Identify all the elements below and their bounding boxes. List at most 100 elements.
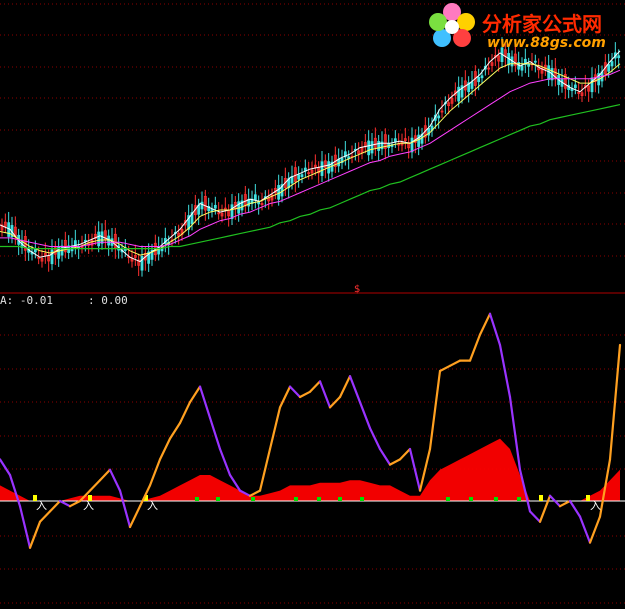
candle-body xyxy=(533,60,537,63)
oscillator-segment xyxy=(0,458,12,477)
moving-average-lines xyxy=(0,50,621,263)
candle-body xyxy=(83,239,87,242)
oscillator-segment xyxy=(498,343,512,399)
oscillator-segment xyxy=(108,468,122,492)
flower-logo-icon xyxy=(429,3,475,47)
watermark-url: www.88gs.com xyxy=(487,35,606,51)
green-dot xyxy=(517,497,521,501)
oscillator-segment xyxy=(358,401,372,430)
oscillator-segment xyxy=(278,385,292,409)
candle-body xyxy=(393,138,397,142)
ma-line-2 xyxy=(0,63,621,256)
watermark-brand: 分析家公式网 xyxy=(482,12,602,36)
oscillator-pane-grid xyxy=(0,334,625,604)
red-fill-histogram xyxy=(0,438,620,501)
candle-body xyxy=(610,61,614,67)
oscillator-segment xyxy=(348,375,362,404)
oscillator-segment xyxy=(468,333,482,362)
candle-body xyxy=(320,161,324,176)
candle-body xyxy=(100,231,104,244)
candle-body xyxy=(277,185,281,200)
green-dot xyxy=(251,497,255,501)
indicator-readout-a: A: -0.01 xyxy=(0,294,53,307)
oscillator-segment xyxy=(298,390,312,399)
ma-line-4 xyxy=(0,104,621,250)
oscillator-segment xyxy=(338,375,352,399)
oscillator-segment xyxy=(608,343,622,461)
candle-body xyxy=(253,194,257,201)
oscillator-segment xyxy=(208,416,222,451)
oscillator-segment xyxy=(288,385,302,399)
candle-body xyxy=(7,222,11,237)
oscillator-segment xyxy=(428,369,442,451)
candlestick-series xyxy=(0,37,621,277)
oscillator-segment xyxy=(28,520,42,549)
oscillator-segment xyxy=(48,499,62,513)
signal-label: 入 xyxy=(36,499,47,512)
candle-body xyxy=(573,84,577,89)
oscillator-segment xyxy=(528,510,542,523)
oscillator-segment xyxy=(128,505,142,529)
candle-body xyxy=(297,174,301,180)
oscillator-segment xyxy=(98,468,112,482)
candle-body xyxy=(230,204,234,219)
candle-body xyxy=(300,174,304,178)
candle-body xyxy=(377,141,381,151)
oscillator-segment xyxy=(408,447,422,492)
signal-label: 入 xyxy=(590,499,601,512)
candle-body xyxy=(477,76,481,83)
candle-body xyxy=(107,235,111,246)
oscillator-segment xyxy=(58,499,72,508)
oscillator-segment xyxy=(378,447,392,466)
oscillator-segment xyxy=(218,447,232,477)
green-dot xyxy=(446,497,450,501)
candle-body xyxy=(97,231,101,247)
oscillator-segment xyxy=(318,380,332,409)
oscillator-segment xyxy=(178,401,192,425)
oscillator-segment xyxy=(188,385,202,404)
candle-body xyxy=(370,141,374,154)
candle-body xyxy=(527,63,531,67)
oscillator-segment xyxy=(158,437,172,461)
green-dot xyxy=(195,497,199,501)
oscillator-segment xyxy=(388,458,402,466)
histogram-area xyxy=(0,438,620,501)
green-dot xyxy=(338,497,342,501)
oscillator-segment xyxy=(88,479,102,492)
candle-body xyxy=(470,81,474,89)
candle-body xyxy=(367,140,371,156)
oscillator-segment xyxy=(368,427,382,451)
candle-body xyxy=(547,65,551,80)
oscillator-segment xyxy=(308,380,322,393)
signal-label: 入 xyxy=(147,499,158,512)
green-dot xyxy=(494,497,498,501)
green-dot xyxy=(469,497,473,501)
oscillator-segment xyxy=(438,364,452,373)
oscillator-segment xyxy=(398,447,412,461)
green-dot xyxy=(360,497,364,501)
candle-body xyxy=(200,201,204,210)
candle-body xyxy=(410,137,414,153)
indicator-readout-b: : 0.00 xyxy=(88,294,128,307)
candle-body xyxy=(213,204,217,209)
pane-divider-marker: $ xyxy=(354,284,360,295)
ma-line-3 xyxy=(0,69,621,247)
candle-body xyxy=(590,77,594,93)
oscillator-segment xyxy=(148,458,162,487)
candle-body xyxy=(140,255,144,271)
candle-body xyxy=(480,75,484,79)
green-dot xyxy=(317,497,321,501)
signal-label: 入 xyxy=(83,499,94,512)
oscillator-segment xyxy=(18,505,32,549)
oscillator-segment xyxy=(588,515,602,544)
candle-body xyxy=(607,64,611,72)
ma-line-1 xyxy=(0,50,621,263)
oscillator-segment xyxy=(168,421,182,440)
oscillator-segment xyxy=(68,499,82,508)
oscillator-segment xyxy=(568,499,582,518)
oscillator-segment xyxy=(558,499,572,508)
oscillator-segment xyxy=(578,515,592,544)
oscillator-segment xyxy=(488,312,502,347)
oscillator-segment xyxy=(268,406,282,451)
green-dot xyxy=(294,497,298,501)
